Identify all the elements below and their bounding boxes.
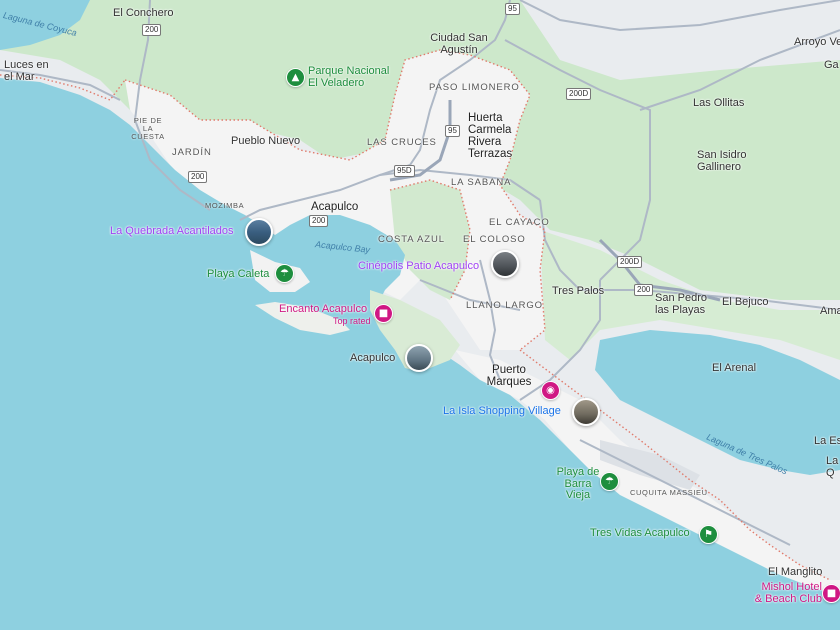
route-shield-95-top: 95 — [505, 3, 520, 15]
label-llano-largo: LLANO LARGO — [466, 300, 543, 311]
label-paso-limonero: PASO LIMONERO — [429, 82, 520, 93]
route-shield-200-north: 200 — [142, 24, 162, 36]
poi-cinepolis[interactable]: Cinépolis Patio Acapulco — [358, 260, 479, 273]
shopping-bag-icon[interactable]: ◉ — [541, 381, 560, 400]
label-ga: Ga — [824, 59, 839, 71]
label-el-coloso: EL COLOSO — [463, 234, 526, 245]
route-shield-200-east: 200 — [634, 284, 654, 296]
poi-encanto[interactable]: Encanto Acapulco — [279, 303, 367, 316]
route-shield-200-west: 200 — [188, 171, 208, 183]
label-las-cruces: LAS CRUCES — [367, 137, 437, 148]
poi-barra-vieja[interactable]: Playa de Barra Vieja — [555, 466, 601, 502]
poi-parque-veladero[interactable]: Parque Nacional El Veladero — [308, 65, 398, 89]
label-el-manglito: El Manglito — [768, 566, 823, 578]
photo-acapulco-bay[interactable] — [405, 344, 433, 372]
poi-playa-caleta[interactable]: Playa Caleta — [207, 268, 269, 281]
label-huerta-carmela: Huerta Carmela Rivera Terrazas — [468, 112, 513, 161]
label-pueblo-nuevo: Pueblo Nuevo — [231, 135, 301, 147]
label-la-q: La Q — [826, 455, 839, 479]
route-shield-95-mid: 95 — [445, 125, 460, 137]
tree-icon[interactable]: ▲ — [286, 68, 305, 87]
label-el-arenal: El Arenal — [712, 362, 757, 374]
beach-umbrella-icon[interactable]: ☂ — [275, 264, 294, 283]
golf-icon[interactable]: ⚑ — [699, 525, 718, 544]
photo-isla-shopping[interactable] — [572, 398, 600, 426]
poi-mishol[interactable]: Mishol Hotel & Beach Club — [752, 581, 822, 605]
hotel-bed-icon[interactable]: ■ — [374, 304, 393, 323]
label-la-es: La Es — [814, 435, 840, 447]
label-acapulco-lower: Acapulco — [350, 352, 396, 364]
label-ciudad-san-agustin: Ciudad San Agustín — [430, 32, 488, 56]
photo-la-quebrada[interactable] — [245, 218, 273, 246]
label-el-bejuco: El Bejuco — [722, 296, 769, 308]
route-shield-200-city: 200 — [309, 215, 329, 227]
label-jardin: JARDÍN — [172, 147, 212, 158]
label-costa-azul: COSTA AZUL — [378, 234, 445, 245]
label-san-pedro: San Pedro las Playas — [655, 292, 707, 316]
label-las-ollitas: Las Ollitas — [693, 97, 745, 109]
poi-isla-shopping[interactable]: La Isla Shopping Village — [443, 405, 561, 418]
hotel-bed-icon[interactable]: ■ — [822, 584, 840, 603]
label-luces-en-el-mar: Luces en el Mar — [4, 59, 49, 83]
poi-encanto-rating: Top rated — [333, 316, 371, 326]
label-el-conchero: El Conchero — [113, 7, 174, 19]
poi-tres-vidas[interactable]: Tres Vidas Acapulco — [590, 527, 690, 540]
label-pie-de-la-cuesta: PIE DE LA CUESTA — [131, 116, 165, 141]
label-san-isidro: San Isidro Gallinero — [697, 149, 747, 173]
label-cuquita-massieu: CUQUITA MASSIEU — [630, 488, 708, 497]
route-shield-200d-a: 200D — [566, 88, 592, 100]
route-shield-95d: 95D — [394, 165, 415, 177]
label-el-cayaco: EL CAYACO — [489, 217, 550, 228]
beach-umbrella-icon[interactable]: ☂ — [600, 472, 619, 491]
photo-cinepolis[interactable] — [491, 250, 519, 278]
route-shield-200d-b: 200D — [617, 256, 643, 268]
poi-la-quebrada[interactable]: La Quebrada Acantilados — [110, 225, 234, 238]
label-acapulco-city: Acapulco — [311, 201, 359, 213]
label-la-sabana: LA SABANA — [451, 177, 512, 188]
label-arroyo-verde: Arroyo Ve — [794, 36, 840, 48]
label-puerto-marques: Puerto Marques — [486, 364, 532, 389]
label-mozimba: MOZIMBA — [205, 201, 245, 210]
label-tres-palos: Tres Palos — [552, 285, 605, 297]
label-ama: Ama — [820, 305, 840, 317]
